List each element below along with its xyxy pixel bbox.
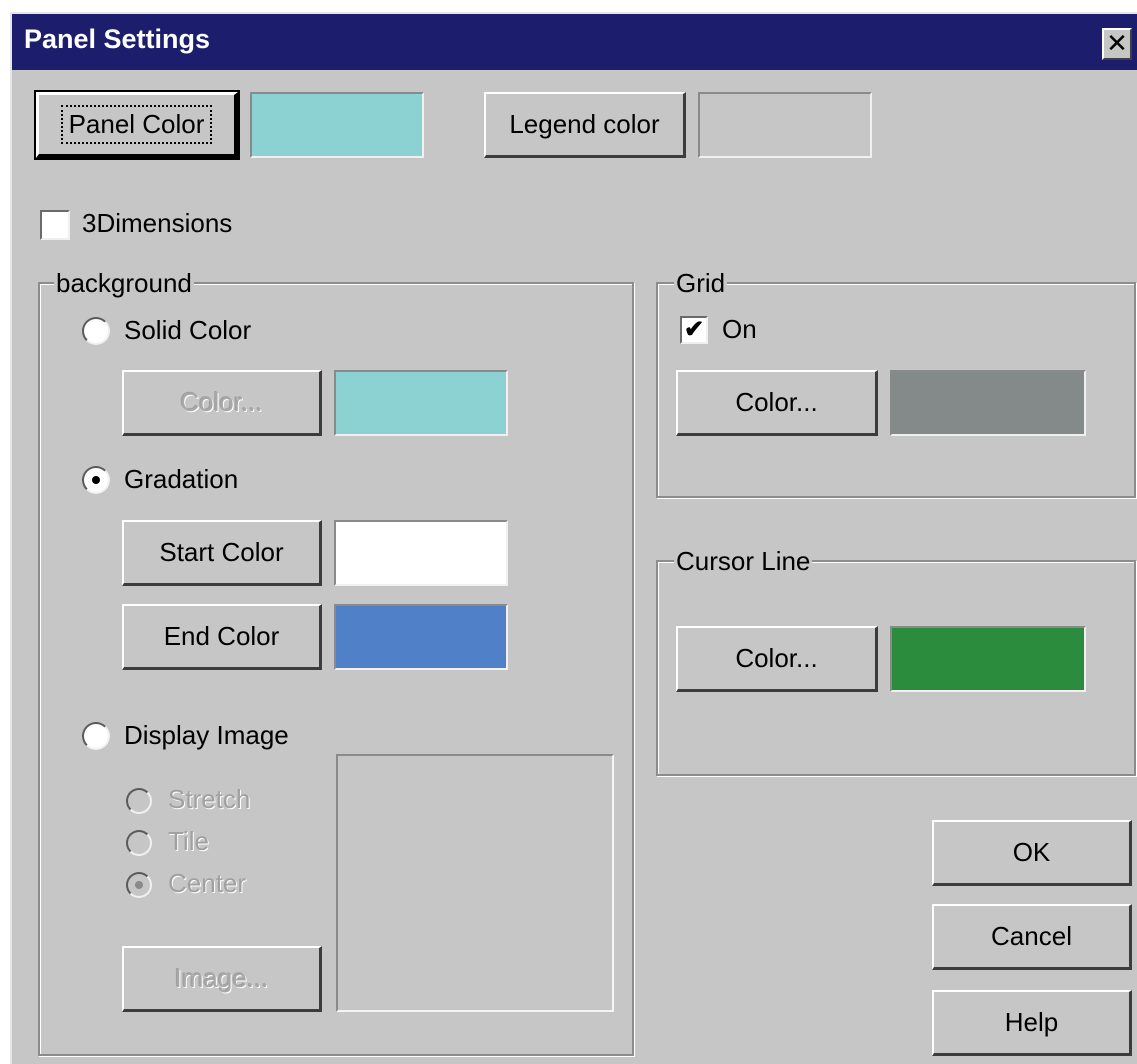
- three-dimensions-label: 3Dimensions: [82, 208, 233, 238]
- grid-group-label: Grid: [674, 268, 728, 299]
- start-color-button[interactable]: Start Color: [122, 520, 322, 586]
- three-dimensions-checkbox[interactable]: [40, 210, 70, 240]
- gradation-label: Gradation: [124, 464, 239, 494]
- stretch-label: Stretch: [168, 784, 251, 814]
- cursor-line-group-label: Cursor Line: [674, 546, 813, 577]
- legend-color-swatch: [698, 92, 872, 158]
- end-color-button[interactable]: End Color: [122, 604, 322, 670]
- dialog-title: Panel Settings: [24, 24, 211, 54]
- center-radio[interactable]: [126, 872, 152, 898]
- grid-on-checkbox[interactable]: ✔: [680, 316, 708, 344]
- panel-settings-dialog: Panel Settings ✕ Panel Color Legend colo…: [10, 12, 1137, 1064]
- center-label: Center: [168, 868, 247, 898]
- cursor-line-color-swatch: [890, 626, 1086, 692]
- end-color-swatch: [334, 604, 508, 670]
- grid-color-button[interactable]: Color...: [676, 370, 878, 436]
- cursor-line-color-button[interactable]: Color...: [676, 626, 878, 692]
- ok-button[interactable]: OK: [932, 820, 1132, 886]
- close-icon[interactable]: ✕: [1102, 28, 1132, 60]
- radio-dot: [135, 881, 143, 889]
- grid-on-label: On: [722, 314, 757, 344]
- tile-radio[interactable]: [126, 830, 152, 856]
- image-preview: [336, 754, 614, 1012]
- help-label: Help: [1004, 1007, 1059, 1037]
- solid-color-button[interactable]: Color...: [122, 370, 322, 436]
- solid-color-label: Solid Color: [124, 315, 252, 345]
- panel-color-button[interactable]: Panel Color: [34, 90, 240, 160]
- grid-color-swatch: [890, 370, 1086, 436]
- ok-label: OK: [1012, 837, 1051, 867]
- image-button-label: Image...: [174, 963, 269, 993]
- cancel-button[interactable]: Cancel: [932, 904, 1132, 970]
- solid-color-button-label: Color...: [180, 387, 263, 417]
- help-button[interactable]: Help: [932, 990, 1132, 1056]
- start-color-label: Start Color: [159, 537, 284, 567]
- panel-color-label: Panel Color: [60, 105, 213, 144]
- stretch-radio[interactable]: [126, 788, 152, 814]
- image-button[interactable]: Image...: [122, 946, 322, 1012]
- end-color-label: End Color: [163, 621, 280, 651]
- legend-color-label: Legend color: [509, 109, 660, 139]
- cancel-label: Cancel: [991, 921, 1072, 951]
- cursor-line-color-button-label: Color...: [735, 643, 818, 673]
- display-image-label: Display Image: [124, 720, 289, 750]
- panel-color-swatch: [250, 92, 424, 158]
- title-bar[interactable]: Panel Settings ✕: [12, 14, 1137, 70]
- gradation-radio[interactable]: [82, 466, 110, 494]
- background-group-label: background: [54, 268, 194, 299]
- start-color-swatch: [334, 520, 508, 586]
- solid-color-swatch: [334, 370, 508, 436]
- legend-color-button[interactable]: Legend color: [484, 92, 686, 158]
- tile-label: Tile: [168, 826, 209, 856]
- grid-color-button-label: Color...: [735, 387, 818, 417]
- solid-color-radio[interactable]: [82, 317, 110, 345]
- display-image-radio[interactable]: [82, 722, 110, 750]
